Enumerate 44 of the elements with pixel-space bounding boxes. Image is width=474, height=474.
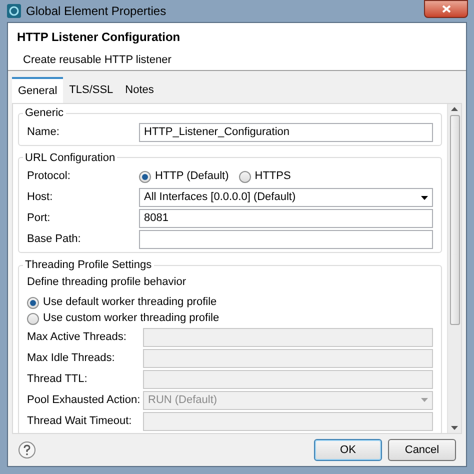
group-title: URL Configuration bbox=[24, 150, 116, 166]
group-description: Define threading profile behavior bbox=[27, 274, 187, 290]
scrollbar[interactable] bbox=[447, 104, 461, 433]
field-label: Host: bbox=[27, 190, 54, 206]
radio-button[interactable] bbox=[27, 312, 39, 324]
dropdown-field[interactable]: All Interfaces [0.0.0.0] (Default) bbox=[139, 188, 433, 207]
tab[interactable]: TLS/SSL bbox=[63, 77, 120, 103]
text-field[interactable]: HTTP_Listener_Configuration bbox=[139, 122, 433, 142]
radio-button[interactable] bbox=[27, 296, 39, 308]
caret-icon bbox=[421, 196, 428, 200]
caret-icon bbox=[421, 398, 428, 402]
scroll-up-icon bbox=[451, 107, 458, 111]
radio-label: Use default worker threading profile bbox=[43, 295, 217, 310]
field-label: Max Active Threads: bbox=[27, 330, 128, 345]
dialog-button[interactable]: Cancel bbox=[388, 439, 456, 461]
app-icon bbox=[7, 4, 21, 18]
field-label: Pool Exhausted Action: bbox=[27, 392, 142, 408]
radio-label: HTTP (Default) bbox=[155, 169, 229, 184]
radio-button[interactable] bbox=[139, 170, 151, 182]
window-title: Global Element Properties bbox=[26, 3, 166, 20]
field-label: Base Path: bbox=[27, 232, 82, 248]
tab[interactable]: Notes bbox=[119, 77, 160, 103]
field-label: Thread Wait Timeout: bbox=[27, 414, 133, 429]
field-label: Name: bbox=[27, 124, 60, 140]
text-field[interactable] bbox=[139, 230, 433, 249]
text-field[interactable]: 8081 bbox=[139, 209, 433, 228]
radio-label: Use custom worker threading profile bbox=[43, 311, 220, 326]
radio-label: HTTPS bbox=[254, 169, 291, 184]
page-title: HTTP Listener Configuration bbox=[17, 29, 182, 46]
group-title: Generic bbox=[24, 106, 65, 121]
scroll-thumb[interactable] bbox=[450, 115, 460, 325]
close-icon bbox=[442, 5, 450, 13]
radio-button[interactable] bbox=[238, 170, 251, 182]
field-label: Port: bbox=[27, 211, 52, 226]
scroll-down-icon bbox=[451, 426, 458, 430]
tab[interactable]: General bbox=[12, 77, 64, 103]
page-subtitle: Create reusable HTTP listener bbox=[23, 53, 172, 68]
field-label: Thread TTL: bbox=[27, 372, 88, 387]
close-button[interactable] bbox=[424, 0, 468, 18]
dialog-button[interactable]: OK bbox=[314, 439, 382, 461]
group-title: Threading Profile Settings bbox=[24, 258, 153, 273]
field-label: Max Idle Threads: bbox=[27, 350, 116, 366]
field-label: Protocol: bbox=[27, 169, 72, 184]
help-icon[interactable] bbox=[18, 441, 36, 459]
